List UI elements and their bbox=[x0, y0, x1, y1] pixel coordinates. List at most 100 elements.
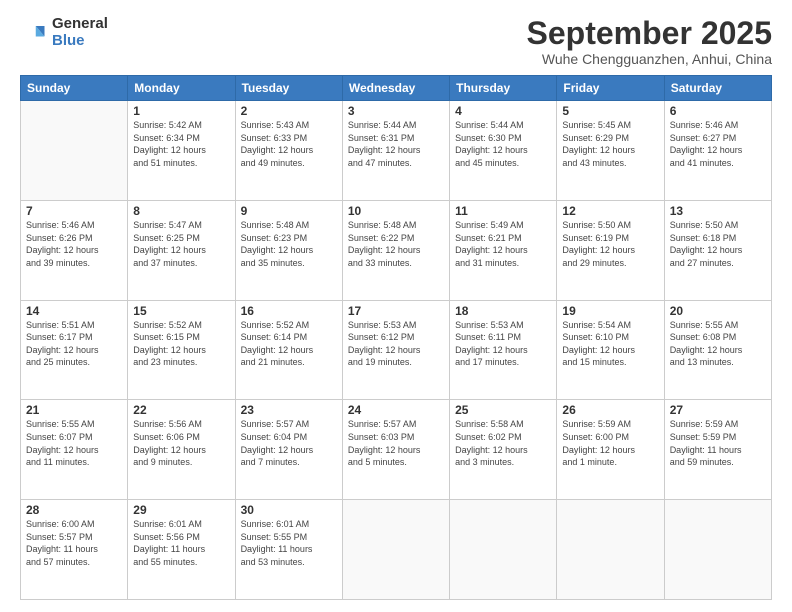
cell-info: Sunrise: 6:00 AM Sunset: 5:57 PM Dayligh… bbox=[26, 518, 122, 568]
cell-info: Sunrise: 5:59 AM Sunset: 5:59 PM Dayligh… bbox=[670, 418, 766, 468]
table-row: 14Sunrise: 5:51 AM Sunset: 6:17 PM Dayli… bbox=[21, 300, 128, 400]
table-row: 26Sunrise: 5:59 AM Sunset: 6:00 PM Dayli… bbox=[557, 400, 664, 500]
day-number: 16 bbox=[241, 304, 337, 318]
day-number: 29 bbox=[133, 503, 229, 517]
day-number: 18 bbox=[455, 304, 551, 318]
day-number: 17 bbox=[348, 304, 444, 318]
cell-info: Sunrise: 5:48 AM Sunset: 6:23 PM Dayligh… bbox=[241, 219, 337, 269]
table-row: 9Sunrise: 5:48 AM Sunset: 6:23 PM Daylig… bbox=[235, 200, 342, 300]
cell-info: Sunrise: 5:55 AM Sunset: 6:07 PM Dayligh… bbox=[26, 418, 122, 468]
day-number: 22 bbox=[133, 403, 229, 417]
cell-info: Sunrise: 5:48 AM Sunset: 6:22 PM Dayligh… bbox=[348, 219, 444, 269]
table-row: 3Sunrise: 5:44 AM Sunset: 6:31 PM Daylig… bbox=[342, 101, 449, 201]
table-row: 12Sunrise: 5:50 AM Sunset: 6:19 PM Dayli… bbox=[557, 200, 664, 300]
day-number: 3 bbox=[348, 104, 444, 118]
calendar-week-row: 28Sunrise: 6:00 AM Sunset: 5:57 PM Dayli… bbox=[21, 500, 772, 600]
day-number: 9 bbox=[241, 204, 337, 218]
col-sunday: Sunday bbox=[21, 76, 128, 101]
day-number: 21 bbox=[26, 403, 122, 417]
day-number: 24 bbox=[348, 403, 444, 417]
cell-info: Sunrise: 5:50 AM Sunset: 6:18 PM Dayligh… bbox=[670, 219, 766, 269]
table-row: 25Sunrise: 5:58 AM Sunset: 6:02 PM Dayli… bbox=[450, 400, 557, 500]
day-number: 26 bbox=[562, 403, 658, 417]
table-row: 16Sunrise: 5:52 AM Sunset: 6:14 PM Dayli… bbox=[235, 300, 342, 400]
table-row: 15Sunrise: 5:52 AM Sunset: 6:15 PM Dayli… bbox=[128, 300, 235, 400]
cell-info: Sunrise: 5:46 AM Sunset: 6:27 PM Dayligh… bbox=[670, 119, 766, 169]
logo: General Blue bbox=[20, 16, 108, 49]
table-row: 27Sunrise: 5:59 AM Sunset: 5:59 PM Dayli… bbox=[664, 400, 771, 500]
table-row: 23Sunrise: 5:57 AM Sunset: 6:04 PM Dayli… bbox=[235, 400, 342, 500]
table-row: 6Sunrise: 5:46 AM Sunset: 6:27 PM Daylig… bbox=[664, 101, 771, 201]
day-number: 2 bbox=[241, 104, 337, 118]
day-number: 14 bbox=[26, 304, 122, 318]
month-title: September 2025 bbox=[527, 16, 772, 51]
day-number: 30 bbox=[241, 503, 337, 517]
table-row: 5Sunrise: 5:45 AM Sunset: 6:29 PM Daylig… bbox=[557, 101, 664, 201]
table-row: 21Sunrise: 5:55 AM Sunset: 6:07 PM Dayli… bbox=[21, 400, 128, 500]
table-row bbox=[450, 500, 557, 600]
table-row: 20Sunrise: 5:55 AM Sunset: 6:08 PM Dayli… bbox=[664, 300, 771, 400]
table-row: 24Sunrise: 5:57 AM Sunset: 6:03 PM Dayli… bbox=[342, 400, 449, 500]
day-number: 15 bbox=[133, 304, 229, 318]
col-wednesday: Wednesday bbox=[342, 76, 449, 101]
table-row: 17Sunrise: 5:53 AM Sunset: 6:12 PM Dayli… bbox=[342, 300, 449, 400]
cell-info: Sunrise: 5:53 AM Sunset: 6:11 PM Dayligh… bbox=[455, 319, 551, 369]
table-row: 7Sunrise: 5:46 AM Sunset: 6:26 PM Daylig… bbox=[21, 200, 128, 300]
day-number: 6 bbox=[670, 104, 766, 118]
day-number: 13 bbox=[670, 204, 766, 218]
cell-info: Sunrise: 5:47 AM Sunset: 6:25 PM Dayligh… bbox=[133, 219, 229, 269]
table-row: 30Sunrise: 6:01 AM Sunset: 5:55 PM Dayli… bbox=[235, 500, 342, 600]
cell-info: Sunrise: 5:44 AM Sunset: 6:31 PM Dayligh… bbox=[348, 119, 444, 169]
table-row: 13Sunrise: 5:50 AM Sunset: 6:18 PM Dayli… bbox=[664, 200, 771, 300]
col-thursday: Thursday bbox=[450, 76, 557, 101]
day-number: 10 bbox=[348, 204, 444, 218]
cell-info: Sunrise: 5:50 AM Sunset: 6:19 PM Dayligh… bbox=[562, 219, 658, 269]
cell-info: Sunrise: 6:01 AM Sunset: 5:56 PM Dayligh… bbox=[133, 518, 229, 568]
cell-info: Sunrise: 5:53 AM Sunset: 6:12 PM Dayligh… bbox=[348, 319, 444, 369]
table-row: 11Sunrise: 5:49 AM Sunset: 6:21 PM Dayli… bbox=[450, 200, 557, 300]
table-row: 19Sunrise: 5:54 AM Sunset: 6:10 PM Dayli… bbox=[557, 300, 664, 400]
day-number: 1 bbox=[133, 104, 229, 118]
calendar-table: Sunday Monday Tuesday Wednesday Thursday… bbox=[20, 75, 772, 600]
table-row: 8Sunrise: 5:47 AM Sunset: 6:25 PM Daylig… bbox=[128, 200, 235, 300]
cell-info: Sunrise: 5:46 AM Sunset: 6:26 PM Dayligh… bbox=[26, 219, 122, 269]
table-row bbox=[664, 500, 771, 600]
table-row: 10Sunrise: 5:48 AM Sunset: 6:22 PM Dayli… bbox=[342, 200, 449, 300]
col-tuesday: Tuesday bbox=[235, 76, 342, 101]
cell-info: Sunrise: 5:57 AM Sunset: 6:04 PM Dayligh… bbox=[241, 418, 337, 468]
cell-info: Sunrise: 5:57 AM Sunset: 6:03 PM Dayligh… bbox=[348, 418, 444, 468]
table-row bbox=[557, 500, 664, 600]
table-row: 2Sunrise: 5:43 AM Sunset: 6:33 PM Daylig… bbox=[235, 101, 342, 201]
table-row: 1Sunrise: 5:42 AM Sunset: 6:34 PM Daylig… bbox=[128, 101, 235, 201]
cell-info: Sunrise: 5:52 AM Sunset: 6:15 PM Dayligh… bbox=[133, 319, 229, 369]
calendar-week-row: 21Sunrise: 5:55 AM Sunset: 6:07 PM Dayli… bbox=[21, 400, 772, 500]
cell-info: Sunrise: 5:52 AM Sunset: 6:14 PM Dayligh… bbox=[241, 319, 337, 369]
day-number: 27 bbox=[670, 403, 766, 417]
col-monday: Monday bbox=[128, 76, 235, 101]
cell-info: Sunrise: 5:42 AM Sunset: 6:34 PM Dayligh… bbox=[133, 119, 229, 169]
table-row bbox=[342, 500, 449, 600]
cell-info: Sunrise: 5:51 AM Sunset: 6:17 PM Dayligh… bbox=[26, 319, 122, 369]
table-row: 22Sunrise: 5:56 AM Sunset: 6:06 PM Dayli… bbox=[128, 400, 235, 500]
day-number: 23 bbox=[241, 403, 337, 417]
cell-info: Sunrise: 5:58 AM Sunset: 6:02 PM Dayligh… bbox=[455, 418, 551, 468]
day-number: 5 bbox=[562, 104, 658, 118]
cell-info: Sunrise: 5:55 AM Sunset: 6:08 PM Dayligh… bbox=[670, 319, 766, 369]
day-number: 20 bbox=[670, 304, 766, 318]
cell-info: Sunrise: 5:59 AM Sunset: 6:00 PM Dayligh… bbox=[562, 418, 658, 468]
cell-info: Sunrise: 5:43 AM Sunset: 6:33 PM Dayligh… bbox=[241, 119, 337, 169]
table-row: 18Sunrise: 5:53 AM Sunset: 6:11 PM Dayli… bbox=[450, 300, 557, 400]
weekday-header-row: Sunday Monday Tuesday Wednesday Thursday… bbox=[21, 76, 772, 101]
logo-blue-text: Blue bbox=[52, 33, 108, 50]
cell-info: Sunrise: 5:44 AM Sunset: 6:30 PM Dayligh… bbox=[455, 119, 551, 169]
table-row bbox=[21, 101, 128, 201]
col-saturday: Saturday bbox=[664, 76, 771, 101]
cell-info: Sunrise: 5:45 AM Sunset: 6:29 PM Dayligh… bbox=[562, 119, 658, 169]
day-number: 28 bbox=[26, 503, 122, 517]
col-friday: Friday bbox=[557, 76, 664, 101]
logo-icon bbox=[20, 19, 48, 47]
day-number: 7 bbox=[26, 204, 122, 218]
title-block: September 2025 Wuhe Chengguanzhen, Anhui… bbox=[527, 16, 772, 67]
cell-info: Sunrise: 5:49 AM Sunset: 6:21 PM Dayligh… bbox=[455, 219, 551, 269]
location-subtitle: Wuhe Chengguanzhen, Anhui, China bbox=[527, 51, 772, 67]
